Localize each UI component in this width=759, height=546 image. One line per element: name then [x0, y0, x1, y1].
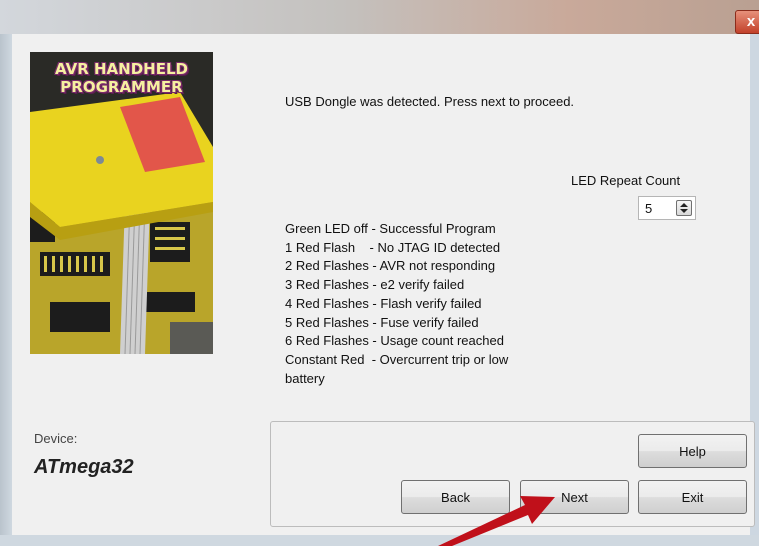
led-status-legend: Green LED off - Successful Program 1 Red…	[285, 220, 585, 388]
led-repeat-count-stepper[interactable]: 5	[638, 196, 696, 220]
spin-updown-icon[interactable]	[676, 200, 692, 216]
programmer-photo	[30, 52, 213, 354]
programmer-banner-image: AVR HANDHELD PROGRAMMER	[30, 52, 213, 354]
window-frame-bottom	[0, 535, 759, 546]
led-repeat-count-label: LED Repeat Count	[571, 173, 681, 188]
legend-line: 4 Red Flashes - Flash verify failed	[285, 295, 482, 311]
back-button[interactable]: Back	[401, 480, 510, 514]
close-button[interactable]: x	[735, 10, 759, 34]
device-name: ATmega32	[34, 456, 134, 478]
legend-line: battery	[285, 370, 325, 386]
legend-line: 1 Red Flash - No JTAG ID detected	[285, 239, 501, 255]
spin-up-arrow-icon[interactable]	[680, 203, 688, 207]
spin-down-arrow-icon[interactable]	[680, 209, 688, 213]
status-message: USB Dongle was detected. Press next to p…	[285, 94, 575, 109]
banner-title: AVR HANDHELD PROGRAMMER	[30, 60, 213, 96]
next-button[interactable]: Next	[520, 480, 629, 514]
legend-line: 6 Red Flashes - Usage count reached	[285, 333, 504, 349]
help-button[interactable]: Help	[638, 434, 747, 468]
window-frame-left	[0, 34, 12, 546]
device-label: Device:	[34, 431, 78, 446]
exit-button[interactable]: Exit	[638, 480, 747, 514]
legend-line: 5 Red Flashes - Fuse verify failed	[285, 314, 479, 330]
legend-line: Constant Red - Overcurrent trip or low	[285, 351, 509, 367]
title-bar	[0, 0, 759, 34]
legend-line: Green LED off - Successful Program	[285, 221, 496, 236]
led-repeat-count-value[interactable]: 5	[645, 201, 652, 216]
legend-line: 2 Red Flashes - AVR not responding	[285, 258, 496, 274]
legend-line: 3 Red Flashes - e2 verify failed	[285, 277, 465, 293]
banner-title-line1: AVR HANDHELD	[55, 60, 188, 78]
banner-title-line2: PROGRAMMER	[60, 78, 183, 96]
